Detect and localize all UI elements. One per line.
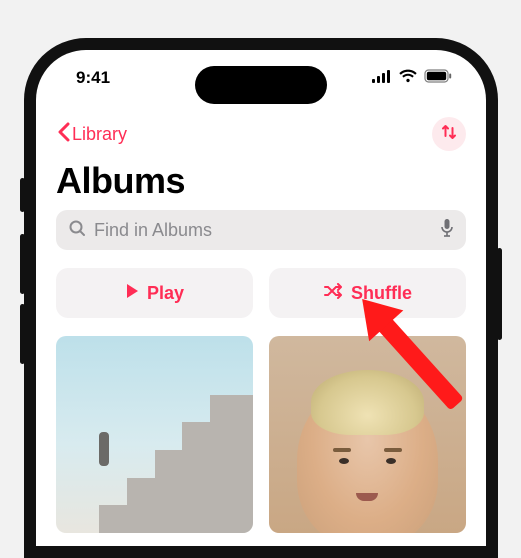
phone-frame: 9:41 Library [24,38,498,558]
play-button[interactable]: Play [56,268,253,318]
status-bar: 9:41 [36,50,486,106]
nav-bar: Library [36,112,486,156]
battery-icon [424,68,452,88]
side-button [20,178,25,212]
chevron-left-icon [56,122,70,147]
play-label: Play [147,283,184,304]
dictation-icon[interactable] [440,218,454,243]
cellular-icon [372,68,392,88]
shuffle-label: Shuffle [351,283,412,304]
albums-grid [56,336,466,533]
action-row: Play Shuffle [56,268,466,318]
album-cover[interactable] [56,336,253,533]
back-label: Library [72,124,127,145]
volume-up-button [20,234,25,294]
search-placeholder: Find in Albums [94,220,432,241]
shuffle-button[interactable]: Shuffle [269,268,466,318]
wifi-icon [398,68,418,88]
sort-arrows-icon [440,123,458,146]
search-input[interactable]: Find in Albums [56,210,466,250]
status-time: 9:41 [76,68,110,88]
album-art [297,383,439,533]
album-art [99,379,253,533]
back-button[interactable]: Library [56,122,127,147]
volume-down-button [20,304,25,364]
sort-button[interactable] [432,117,466,151]
play-icon [125,283,139,304]
power-button [497,248,502,340]
search-icon [68,219,86,242]
screen: 9:41 Library [36,50,486,546]
shuffle-icon [323,283,343,304]
page-title: Albums [56,160,185,202]
album-cover[interactable] [269,336,466,533]
